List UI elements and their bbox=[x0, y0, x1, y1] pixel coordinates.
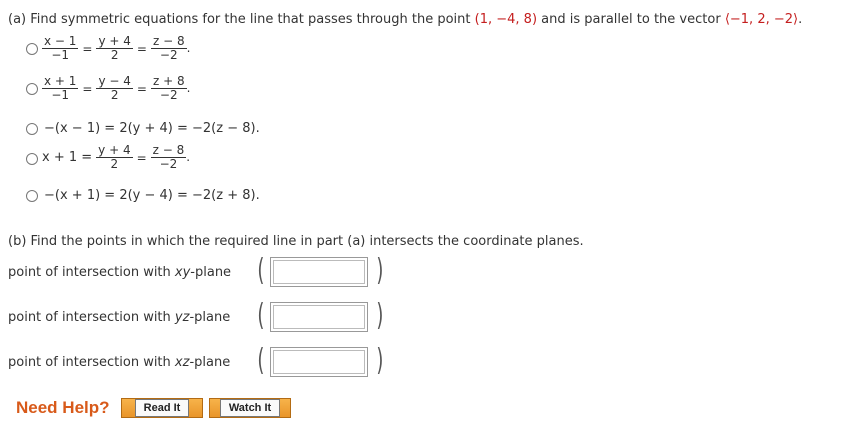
answer-box-yz bbox=[270, 302, 368, 332]
fraction-y: y + 42 bbox=[96, 34, 133, 62]
equals-sign: = bbox=[136, 41, 147, 56]
choice-4-prefix: x + 1 = bbox=[42, 150, 93, 165]
right-paren: ) bbox=[376, 253, 384, 288]
numerator: x + 1 bbox=[42, 74, 79, 89]
label-post: -plane bbox=[190, 265, 232, 280]
denominator: −2 bbox=[159, 157, 178, 171]
denominator: −2 bbox=[159, 88, 178, 102]
left-paren: ( bbox=[257, 253, 265, 288]
fraction-z: z − 8 −2 bbox=[150, 143, 187, 171]
fraction-z: z + 8 −2 bbox=[150, 74, 187, 102]
right-paren: ) bbox=[376, 343, 384, 378]
read-it-button[interactable]: Read It bbox=[121, 398, 203, 418]
right-paren: ) bbox=[376, 298, 384, 333]
given-point: (1, −4, 8) bbox=[474, 12, 538, 27]
label-pre: point of intersection with bbox=[8, 265, 175, 280]
xy-plane-input[interactable] bbox=[273, 260, 365, 284]
part-a-prompt-end: . bbox=[798, 12, 803, 27]
denominator: 2 bbox=[110, 88, 119, 102]
denominator: 2 bbox=[110, 157, 119, 171]
watch-it-label: Watch It bbox=[219, 399, 281, 417]
part-a-prompt-text: (a) Find symmetric equations for the lin… bbox=[8, 12, 471, 27]
label-pre: point of intersection with bbox=[8, 310, 175, 325]
left-paren: ( bbox=[257, 343, 265, 378]
label-xy-plane: point of intersection with xy-plane bbox=[8, 265, 231, 280]
part-b-prompt: (b) Find the points in which the require… bbox=[8, 234, 584, 249]
choice-2: x + 1 −1 = y − 4 2 = z + 8 −2. bbox=[42, 75, 190, 102]
denominator: 2 bbox=[110, 48, 119, 62]
choice-4: x + 1 = y + 4 2 = z − 8 −2. bbox=[42, 144, 190, 171]
fraction-y: y − 42 bbox=[96, 74, 133, 102]
answer-box-xz bbox=[270, 347, 368, 377]
fraction-x: x + 1 −1 bbox=[42, 74, 79, 102]
fraction-y: y + 42 bbox=[96, 143, 133, 171]
label-xz-plane: point of intersection with xz-plane bbox=[8, 355, 230, 370]
plane-name: xy bbox=[174, 265, 191, 280]
part-a-prompt-middle: and is parallel to the vector bbox=[541, 12, 721, 27]
left-paren: ( bbox=[257, 298, 265, 333]
plane-name: xz bbox=[174, 355, 190, 370]
numerator: x − 1 bbox=[42, 34, 79, 49]
choice-1: x − 1 −1 = y + 4 2 = z − 8 −2. bbox=[42, 35, 190, 62]
choice-4-radio[interactable] bbox=[26, 153, 38, 165]
period: . bbox=[186, 81, 191, 95]
choice-1-radio[interactable] bbox=[26, 43, 38, 55]
label-post: -plane bbox=[189, 355, 231, 370]
equals-sign: = bbox=[136, 150, 147, 165]
answer-box-xy bbox=[270, 257, 368, 287]
equals-sign: = bbox=[82, 81, 93, 96]
choice-5: −(x + 1) = 2(y − 4) = −2(z + 8). bbox=[44, 188, 260, 203]
period: . bbox=[186, 41, 191, 55]
fraction-x: x − 1 −1 bbox=[42, 34, 79, 62]
need-help-label: Need Help? bbox=[16, 398, 110, 417]
read-it-label: Read It bbox=[134, 399, 190, 417]
choice-3-radio[interactable] bbox=[26, 123, 38, 135]
label-yz-plane: point of intersection with yz-plane bbox=[8, 310, 230, 325]
xz-plane-input[interactable] bbox=[273, 350, 365, 374]
numerator: z − 8 bbox=[150, 143, 187, 158]
label-pre: point of intersection with bbox=[8, 355, 175, 370]
choice-5-radio[interactable] bbox=[26, 190, 38, 202]
numerator: y + 4 bbox=[96, 143, 133, 158]
watch-it-button[interactable]: Watch It bbox=[209, 398, 291, 418]
equals-sign: = bbox=[136, 81, 147, 96]
given-vector: ⟨−1, 2, −2⟩ bbox=[724, 12, 799, 27]
numerator: z − 8 bbox=[150, 34, 187, 49]
yz-plane-input[interactable] bbox=[273, 305, 365, 329]
numerator: y + 4 bbox=[96, 34, 133, 49]
choice-3: −(x − 1) = 2(y + 4) = −2(z − 8). bbox=[44, 121, 260, 136]
numerator: y − 4 bbox=[96, 74, 133, 89]
denominator: −1 bbox=[51, 88, 70, 102]
fraction-z: z − 8 −2 bbox=[150, 34, 187, 62]
denominator: −1 bbox=[51, 48, 70, 62]
choice-2-radio[interactable] bbox=[26, 83, 38, 95]
denominator: −2 bbox=[159, 48, 178, 62]
part-a-prompt: (a) Find symmetric equations for the lin… bbox=[8, 12, 802, 27]
period: . bbox=[186, 150, 191, 164]
numerator: z + 8 bbox=[150, 74, 187, 89]
plane-name: yz bbox=[174, 310, 190, 325]
label-post: -plane bbox=[189, 310, 231, 325]
equals-sign: = bbox=[82, 41, 93, 56]
